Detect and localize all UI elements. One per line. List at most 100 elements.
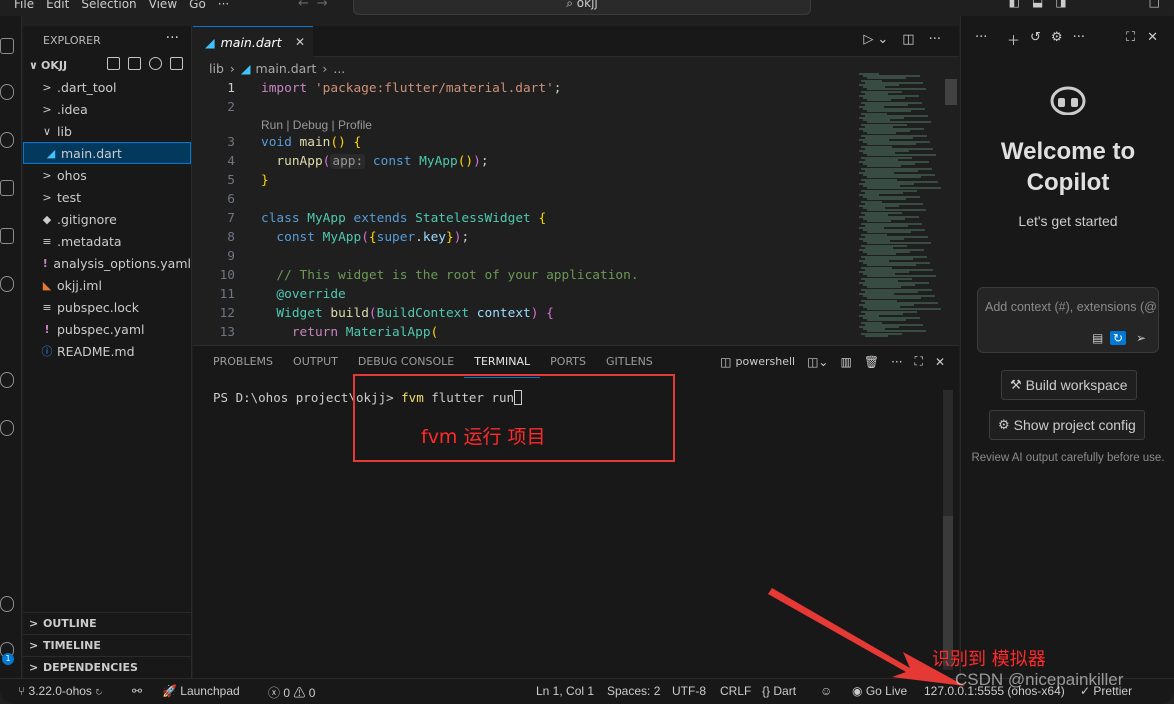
run-debug-icon[interactable] bbox=[0, 180, 14, 196]
more-actions-icon[interactable]: ··· bbox=[975, 30, 987, 45]
copilot-status-icon[interactable]: ☺ bbox=[820, 684, 832, 698]
breadcrumb-symbol[interactable]: ... bbox=[333, 61, 345, 76]
encoding[interactable]: UTF-8 bbox=[672, 684, 706, 698]
new-chat-icon[interactable]: ＋ bbox=[1007, 30, 1020, 49]
menu-go[interactable]: Go bbox=[189, 0, 206, 11]
kill-terminal-icon[interactable]: 🗑 bbox=[864, 355, 879, 369]
update-badge: 1 bbox=[2, 653, 14, 665]
project-name: OKJJ bbox=[41, 58, 68, 72]
tree-item[interactable]: > test bbox=[23, 186, 191, 208]
more-actions-icon[interactable]: ··· bbox=[166, 30, 179, 46]
new-folder-icon[interactable] bbox=[128, 57, 141, 70]
gitlens-icon[interactable] bbox=[0, 420, 14, 436]
collapse-all-icon[interactable] bbox=[170, 57, 183, 70]
tree-item-label: .dart_tool bbox=[57, 79, 117, 95]
dependencies-section[interactable]: > DEPENDENCIES bbox=[23, 656, 192, 678]
breadcrumb-lib[interactable]: lib bbox=[209, 61, 224, 76]
cursor-position[interactable]: Ln 1, Col 1 bbox=[536, 684, 594, 698]
indentation[interactable]: Spaces: 2 bbox=[607, 684, 660, 698]
explorer-icon[interactable] bbox=[0, 38, 14, 54]
command-center[interactable]: ⌕ okjj bbox=[353, 0, 811, 15]
search-icon[interactable] bbox=[0, 84, 14, 100]
new-file-icon[interactable] bbox=[107, 57, 120, 70]
tree-item[interactable]: ! pubspec.yaml bbox=[23, 318, 191, 340]
line-number: 12 bbox=[219, 306, 235, 321]
chat-input[interactable]: Add context (#), extensions (@ ▤ ↻ ➢ bbox=[977, 287, 1159, 353]
layout-icon[interactable]: ▥ bbox=[841, 355, 852, 369]
split-terminal-icon[interactable]: ◫⌄ bbox=[807, 355, 828, 369]
tree-item[interactable]: > .idea bbox=[23, 98, 191, 120]
git-graph-icon[interactable]: ⚯ bbox=[132, 684, 142, 698]
launchpad-item[interactable]: 🚀 Launchpad bbox=[162, 684, 240, 698]
codelens[interactable]: Run | Debug | Profile bbox=[261, 118, 372, 132]
flutter-version-item[interactable]: ⑂ 3.22.0-ohos ↻ bbox=[18, 684, 102, 698]
tree-item[interactable]: ≡ pubspec.lock bbox=[23, 296, 191, 318]
go-live-item[interactable]: ◉ Go Live bbox=[852, 684, 907, 698]
show-project-config-button[interactable]: ⚙ Show project config bbox=[989, 410, 1145, 440]
chevron-down-icon[interactable]: ⌄ bbox=[877, 32, 888, 47]
extensions-icon[interactable] bbox=[0, 228, 14, 244]
copilot-logo-icon bbox=[1050, 86, 1086, 115]
tree-item[interactable]: ≡ .metadata bbox=[23, 230, 191, 252]
gear-icon[interactable]: ⚙ bbox=[1051, 30, 1063, 49]
tree-item[interactable]: ◆ .gitignore bbox=[23, 208, 191, 230]
testing-icon[interactable] bbox=[0, 276, 14, 292]
outline-section[interactable]: > OUTLINE bbox=[23, 612, 192, 634]
more-actions-icon[interactable]: ··· bbox=[891, 355, 902, 369]
menu-edit[interactable]: Edit bbox=[46, 0, 69, 11]
build-workspace-button[interactable]: ⚒ Build workspace bbox=[1001, 370, 1137, 400]
tree-item[interactable]: > .dart_tool bbox=[23, 76, 191, 98]
git-file-icon: ◆ bbox=[42, 212, 52, 226]
menu-selection[interactable]: Selection bbox=[81, 0, 136, 11]
maximize-icon[interactable]: □ bbox=[1149, 0, 1160, 9]
tree-item[interactable]: ◣ okjj.iml bbox=[23, 274, 191, 296]
tab-main-dart[interactable]: ◢ main.dart ✕ bbox=[193, 26, 313, 57]
more-icon[interactable]: ··· bbox=[1073, 30, 1085, 49]
split-editor-icon[interactable]: ◫ bbox=[902, 32, 914, 47]
layout-panel-icon[interactable]: ⬓ bbox=[1032, 0, 1043, 9]
maximize-icon[interactable]: ⛶ bbox=[1126, 30, 1135, 45]
nav-arrows[interactable]: ←→ bbox=[298, 0, 336, 11]
history-icon[interactable]: ↺ bbox=[1030, 30, 1041, 49]
more-actions-icon[interactable]: ··· bbox=[929, 32, 941, 47]
line-endings[interactable]: CRLF bbox=[720, 684, 751, 698]
close-icon[interactable]: ✕ bbox=[1147, 30, 1158, 45]
close-panel-icon[interactable]: ✕ bbox=[935, 355, 945, 369]
account-icon[interactable] bbox=[0, 596, 14, 612]
line-number: 1 bbox=[227, 81, 235, 96]
attach-icon[interactable]: ▤ bbox=[1092, 331, 1103, 345]
code-line: 8 const MyApp({super.key}); bbox=[193, 228, 469, 247]
tree-item[interactable]: > ohos bbox=[23, 164, 191, 186]
shell-name[interactable]: powershell bbox=[736, 355, 796, 368]
maximize-panel-icon[interactable]: ⛶ bbox=[915, 354, 923, 369]
code-line: 12 Widget build(BuildContext context) { bbox=[193, 304, 554, 323]
send-icon[interactable]: ➢ bbox=[1136, 331, 1146, 345]
minimap[interactable] bbox=[859, 73, 941, 341]
run-icon[interactable]: ▷ bbox=[863, 32, 873, 47]
remote-icon[interactable] bbox=[0, 372, 14, 388]
layout-sidebar-icon[interactable]: ◧ bbox=[1009, 0, 1020, 9]
tree-item[interactable]: ! analysis_options.yaml bbox=[23, 252, 191, 274]
tab-output[interactable]: OUTPUT bbox=[283, 346, 348, 378]
project-root[interactable]: ∨ OKJJ bbox=[23, 54, 191, 76]
agent-mode-icon[interactable]: ↻ bbox=[1110, 331, 1126, 345]
problems-item[interactable]: ⓧ 0 ⚠ 0 bbox=[268, 684, 315, 701]
menu-file[interactable]: File bbox=[14, 0, 34, 11]
refresh-icon[interactable] bbox=[149, 57, 162, 70]
timeline-section[interactable]: > TIMELINE bbox=[23, 634, 192, 656]
menu-more[interactable]: ··· bbox=[218, 0, 229, 11]
dart-file-icon: ◢ bbox=[240, 60, 251, 76]
language-mode[interactable]: {} Dart bbox=[762, 684, 796, 698]
tab-problems[interactable]: PROBLEMS bbox=[203, 346, 283, 378]
terminal-scroll-thumb[interactable] bbox=[943, 516, 953, 666]
tree-item[interactable]: ⓘ README.md bbox=[23, 340, 191, 362]
close-icon[interactable]: ✕ bbox=[295, 35, 305, 49]
editor-scrollbar[interactable] bbox=[945, 79, 957, 105]
tree-item[interactable]: ◢ main.dart bbox=[23, 142, 191, 164]
layout-secondary-icon[interactable]: ◨ bbox=[1055, 0, 1066, 9]
tree-item[interactable]: ∨ lib bbox=[23, 120, 191, 142]
breadcrumb-file[interactable]: main.dart bbox=[256, 61, 317, 76]
source-control-icon[interactable] bbox=[0, 132, 14, 148]
menu-view[interactable]: View bbox=[149, 0, 177, 11]
code-editor[interactable]: 1 import 'package:flutter/material.dart';… bbox=[193, 79, 853, 344]
